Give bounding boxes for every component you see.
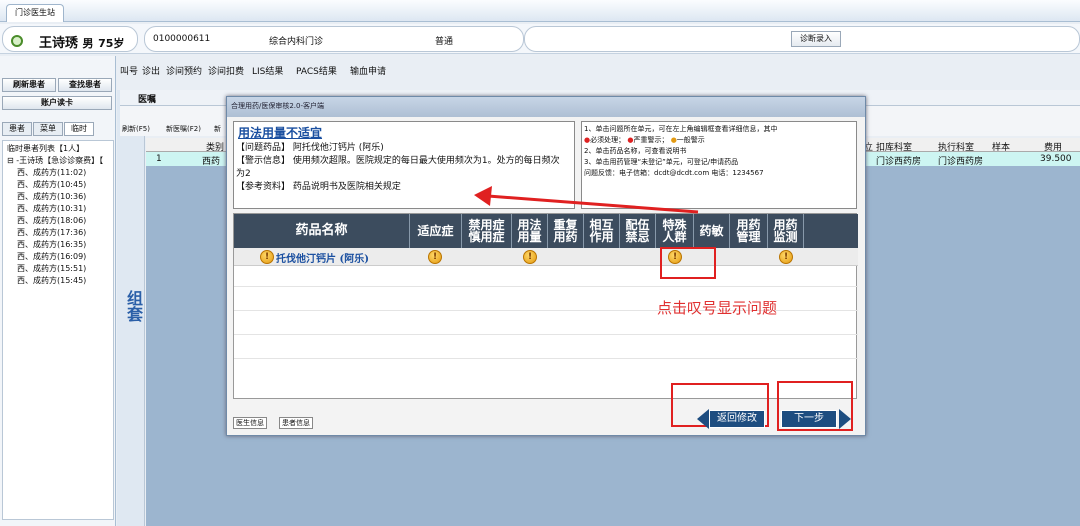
col-management: 用药 管理 — [730, 214, 768, 248]
menu-out[interactable]: 诊出 — [142, 64, 160, 77]
tree-item[interactable]: 西、成药方(15:51) — [17, 263, 86, 274]
patient-info-tab[interactable]: 患者信息 — [279, 417, 313, 429]
tab-temporary[interactable]: 临时 — [64, 122, 94, 136]
tree-patient[interactable]: ⊟ -王诗琇【急诊诊察费】【 — [7, 155, 103, 166]
arrow-line — [487, 194, 699, 214]
row-stock: 门诊西药房 — [876, 157, 922, 167]
row-num: 1 — [156, 154, 162, 164]
tab-doctor-station[interactable]: 门诊医生站 — [6, 4, 64, 22]
row-divider — [234, 334, 858, 335]
indication-warning-icon[interactable]: ! — [428, 250, 442, 264]
note-line: 1、单击问题所在单元，可在左上角编辑框查看详细信息，其中 — [584, 125, 778, 133]
patient-bar: 王诗琇 男 75岁 0100000611 综合内科门诊 普通 诊断录入 — [0, 24, 1080, 54]
patient-id: 0100000611 — [153, 34, 211, 44]
menu-bar: 叫号 诊出 诊间预约 诊间扣费 LIS结果 PACS结果 输血申请 — [116, 58, 1080, 82]
annotation-text: 点击叹号显示问题 — [657, 299, 778, 317]
left-panel: 刷新患者 查找患者 账户读卡 患者 菜单 临时 临时患者列表【1人】 ⊟ -王诗… — [0, 56, 116, 526]
drug-row[interactable]: ! 托伐他汀钙片 (阿乐) ! ! ! ! — [234, 248, 858, 266]
patient-level: 普通 — [435, 37, 454, 47]
tree-item[interactable]: 西、成药方(16:35) — [17, 239, 86, 250]
tree-item[interactable]: 西、成药方(11:02) — [17, 167, 86, 178]
usage-warning-icon[interactable]: ! — [523, 250, 537, 264]
tree-item[interactable]: 西、成药方(10:45) — [17, 179, 86, 190]
patient-name-box: 王诗琇 男 75岁 — [2, 26, 138, 52]
order-panel-title: 医嘱 — [138, 95, 157, 105]
refresh-patient-button[interactable]: 刷新患者 — [2, 78, 56, 92]
menu-pacs[interactable]: PACS结果 — [296, 64, 337, 77]
next-arrow-icon — [839, 409, 851, 429]
new-button[interactable]: 新 — [214, 124, 221, 134]
arrow-head — [474, 186, 492, 206]
tree-item[interactable]: 西、成药方(10:36) — [17, 191, 86, 202]
row-divider — [234, 286, 858, 287]
menu-call[interactable]: 叫号 — [120, 64, 138, 77]
menu-lis[interactable]: LIS结果 — [252, 64, 283, 77]
patient-gender: 男 — [82, 37, 94, 50]
tab-patients[interactable]: 患者 — [2, 122, 32, 136]
col-drug-name: 药品名称 — [234, 214, 410, 248]
annotation-arrow — [474, 186, 699, 214]
patient-info-box: 0100000611 综合内科门诊 普通 — [144, 26, 524, 52]
menu-appointment[interactable]: 诊间预约 — [166, 64, 202, 77]
vertical-strip: 组套 — [117, 90, 145, 526]
drug-name[interactable]: 托伐他汀钙片 (阿乐) — [276, 250, 369, 265]
col-blank — [804, 214, 858, 248]
dialog-title: 合理用药/医保审核2.0-客户端 — [227, 97, 865, 117]
back-arrow-icon — [697, 409, 709, 429]
row-type: 西药 — [202, 157, 221, 167]
monitor-warning-icon[interactable]: ! — [779, 250, 793, 264]
row-divider — [234, 358, 858, 359]
patient-tree: 临时患者列表【1人】 ⊟ -王诗琇【急诊诊察费】【 西、成药方(11:02) 西… — [2, 140, 114, 520]
new-order-button[interactable]: 新医嘱(F2) — [166, 124, 201, 134]
find-patient-button[interactable]: 查找患者 — [58, 78, 112, 92]
back-edit-button[interactable]: 返回修改 — [709, 410, 765, 428]
menu-charge[interactable]: 诊间扣费 — [208, 64, 244, 77]
top-tab-bar: 门诊医生站 — [0, 0, 1080, 22]
tree-item[interactable]: 西、成药方(18:06) — [17, 215, 86, 226]
refresh-button[interactable]: 刷新(F5) — [122, 124, 150, 134]
diagnosis-box: 诊断录入 — [524, 26, 1080, 52]
tree-item[interactable]: 西、成药方(15:45) — [17, 275, 86, 286]
patient-status-icon — [11, 35, 23, 47]
col-indication: 适应症 — [410, 214, 462, 248]
message-title: 用法用量不适宜 — [238, 126, 323, 140]
tree-item[interactable]: 西、成药方(16:09) — [17, 251, 86, 262]
patient-age: 75岁 — [98, 37, 125, 50]
read-card-button[interactable]: 账户读卡 — [2, 96, 112, 110]
tab-menu[interactable]: 菜单 — [33, 122, 63, 136]
row-exec: 门诊西药房 — [938, 157, 984, 167]
patient-name: 王诗琇 — [39, 36, 79, 51]
tree-item[interactable]: 西、成药方(17:36) — [17, 227, 86, 238]
diagnosis-entry-button[interactable]: 诊断录入 — [791, 31, 841, 47]
tree-root[interactable]: 临时患者列表【1人】 — [7, 143, 84, 154]
next-step-button[interactable]: 下一步 — [781, 410, 837, 428]
drug-warning-icon[interactable]: ! — [260, 250, 274, 264]
highlight-special-cell — [660, 247, 716, 279]
row-fee: 39.500 — [1040, 154, 1072, 164]
menu-transfusion[interactable]: 输血申请 — [350, 64, 386, 77]
tree-item[interactable]: 西、成药方(10:31) — [17, 203, 86, 214]
tree-patient-label: 王诗琇【急诊诊察费】【 — [19, 156, 104, 165]
doctor-info-tab[interactable]: 医生信息 — [233, 417, 267, 429]
patient-name-line: 王诗琇 男 75岁 — [39, 32, 124, 51]
group-set-label[interactable]: 组套 — [121, 290, 145, 322]
col-monitor: 用药 监测 — [768, 214, 804, 248]
patient-dept: 综合内科门诊 — [269, 37, 324, 47]
